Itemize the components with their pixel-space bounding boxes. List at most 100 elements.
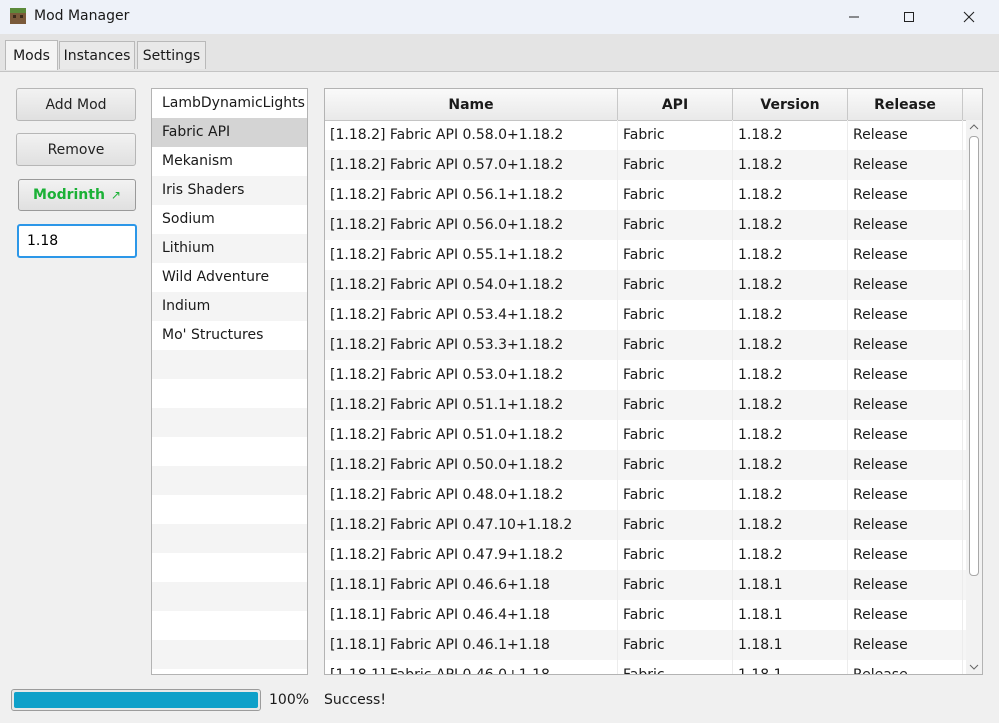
table-row[interactable]: [1.18.1] Fabric API 0.46.4+1.18 Fabric 1.1…: [325, 600, 966, 630]
table-header: Name API Version Release: [325, 89, 982, 121]
tab-instances[interactable]: Instances: [59, 41, 135, 69]
cell-api: Fabric: [618, 180, 733, 210]
cell-release: Release: [848, 570, 963, 600]
cell-version: 1.18.2: [733, 180, 848, 210]
add-mod-button[interactable]: Add Mod: [16, 88, 136, 121]
mod-list-item[interactable]: Indium: [152, 292, 307, 321]
cell-release: Release: [848, 240, 963, 270]
column-header-release[interactable]: Release: [848, 89, 963, 120]
column-header-name[interactable]: Name: [325, 89, 618, 120]
mod-list-item[interactable]: Mo' Structures: [152, 321, 307, 350]
close-button[interactable]: [945, 0, 993, 34]
table-row[interactable]: [1.18.2] Fabric API 0.47.9+1.18.2 Fabric 1…: [325, 540, 966, 570]
mod-list-item[interactable]: Sodium: [152, 205, 307, 234]
tab-mods[interactable]: Mods: [5, 40, 58, 70]
mod-list[interactable]: LambDynamicLights Fabric API Mekanism Iris …: [151, 88, 308, 675]
table-row[interactable]: [1.18.2] Fabric API 0.51.0+1.18.2 Fabric 1…: [325, 420, 966, 450]
progress-fill: [14, 692, 258, 708]
external-link-icon: ↗: [110, 188, 121, 202]
mod-list-empty-row: [152, 495, 307, 524]
cell-release: Release: [848, 480, 963, 510]
cell-release: Release: [848, 660, 963, 674]
cell-api: Fabric: [618, 600, 733, 630]
cell-api: Fabric: [618, 120, 733, 150]
table-row[interactable]: [1.18.2] Fabric API 0.57.0+1.18.2 Fabric 1…: [325, 150, 966, 180]
scrollbar-thumb[interactable]: [969, 136, 979, 576]
minimize-icon: [849, 16, 859, 18]
cell-version: 1.18.2: [733, 270, 848, 300]
cell-api: Fabric: [618, 240, 733, 270]
mod-list-item[interactable]: Wild Adventure: [152, 263, 307, 292]
cell-version: 1.18.2: [733, 240, 848, 270]
table-row[interactable]: [1.18.2] Fabric API 0.56.0+1.18.2 Fabric 1…: [325, 210, 966, 240]
cell-release: Release: [848, 450, 963, 480]
table-row[interactable]: [1.18.2] Fabric API 0.50.0+1.18.2 Fabric 1…: [325, 450, 966, 480]
cell-name: [1.18.1] Fabric API 0.46.1+1.18: [325, 630, 618, 660]
cell-api: Fabric: [618, 510, 733, 540]
table-scrollbar[interactable]: [966, 120, 982, 674]
cell-version: 1.18.1: [733, 660, 848, 674]
scroll-down-button[interactable]: [966, 660, 982, 674]
cell-version: 1.18.1: [733, 570, 848, 600]
mod-list-item[interactable]: Lithium: [152, 234, 307, 263]
table-body: [1.18.2] Fabric API 0.58.0+1.18.2 Fabric 1…: [325, 120, 966, 674]
table-row[interactable]: [1.18.1] Fabric API 0.46.0+1.18Fabric1.1…: [325, 660, 966, 674]
cell-api: Fabric: [618, 330, 733, 360]
cell-version: 1.18.2: [733, 390, 848, 420]
cell-version: 1.18.2: [733, 540, 848, 570]
cell-name: [1.18.2] Fabric API 0.57.0+1.18.2: [325, 150, 618, 180]
modrinth-button[interactable]: Modrinth ↗: [18, 179, 136, 211]
table-row[interactable]: [1.18.2] Fabric API 0.56.1+1.18.2 Fabric 1…: [325, 180, 966, 210]
close-icon: [963, 11, 975, 23]
maximize-button[interactable]: [885, 0, 933, 34]
cell-name: [1.18.2] Fabric API 0.56.1+1.18.2: [325, 180, 618, 210]
cell-api: Fabric: [618, 360, 733, 390]
cell-release: Release: [848, 360, 963, 390]
mod-list-item[interactable]: Mekanism: [152, 147, 307, 176]
progress-bar: [11, 689, 261, 711]
window-title: Mod Manager: [34, 8, 130, 24]
column-header-api[interactable]: API: [618, 89, 733, 120]
remove-button[interactable]: Remove: [16, 133, 136, 166]
table-row[interactable]: [1.18.1] Fabric API 0.46.1+1.18 Fabric 1.1…: [325, 630, 966, 660]
mod-list-empty-row: [152, 350, 307, 379]
cell-api: Fabric: [618, 300, 733, 330]
cell-name: [1.18.2] Fabric API 0.53.0+1.18.2: [325, 360, 618, 390]
minimize-button[interactable]: [830, 0, 878, 34]
status-message: Success!: [324, 692, 386, 708]
table-row[interactable]: [1.18.2] Fabric API 0.53.0+1.18.2 Fabric 1…: [325, 360, 966, 390]
table-row[interactable]: [1.18.2] Fabric API 0.51.1+1.18.2 Fabric 1…: [325, 390, 966, 420]
table-row[interactable]: [1.18.2] Fabric API 0.54.0+1.18.2 Fabric 1…: [325, 270, 966, 300]
mod-list-item[interactable]: Iris Shaders: [152, 176, 307, 205]
cell-version: 1.18.2: [733, 120, 848, 150]
cell-version: 1.18.2: [733, 210, 848, 240]
table-row[interactable]: [1.18.2] Fabric API 0.53.3+1.18.2 Fabric 1…: [325, 330, 966, 360]
scroll-up-button[interactable]: [966, 120, 982, 134]
table-row[interactable]: [1.18.2] Fabric API 0.55.1+1.18.2 Fabric 1…: [325, 240, 966, 270]
table-row[interactable]: [1.18.1] Fabric API 0.46.6+1.18 Fabric 1.1…: [325, 570, 966, 600]
cell-release: Release: [848, 180, 963, 210]
cell-name: [1.18.2] Fabric API 0.55.1+1.18.2: [325, 240, 618, 270]
app-icon: [10, 8, 26, 24]
mod-list-empty-row: [152, 582, 307, 611]
cell-release: Release: [848, 390, 963, 420]
cell-version: 1.18.1: [733, 600, 848, 630]
column-header-version[interactable]: Version: [733, 89, 848, 120]
cell-release: Release: [848, 270, 963, 300]
cell-release: Release: [848, 420, 963, 450]
table-row[interactable]: [1.18.2] Fabric API 0.47.10+1.18.2 Fabric…: [325, 510, 966, 540]
cell-version: 1.18.2: [733, 150, 848, 180]
tab-settings[interactable]: Settings: [137, 41, 206, 69]
cell-version: 1.18.2: [733, 330, 848, 360]
cell-version: 1.18.2: [733, 450, 848, 480]
table-row[interactable]: [1.18.2] Fabric API 0.48.0+1.18.2 Fabric 1…: [325, 480, 966, 510]
cell-version: 1.18.2: [733, 480, 848, 510]
mod-list-item[interactable]: Fabric API: [152, 118, 307, 147]
cell-api: Fabric: [618, 150, 733, 180]
table-row[interactable]: [1.18.2] Fabric API 0.58.0+1.18.2 Fabric 1…: [325, 120, 966, 150]
table-row[interactable]: [1.18.2] Fabric API 0.53.4+1.18.2 Fabric 1…: [325, 300, 966, 330]
cell-release: Release: [848, 540, 963, 570]
version-filter-input[interactable]: [17, 224, 137, 258]
mod-list-item[interactable]: LambDynamicLights: [152, 89, 307, 118]
mod-list-empty-row: [152, 611, 307, 640]
